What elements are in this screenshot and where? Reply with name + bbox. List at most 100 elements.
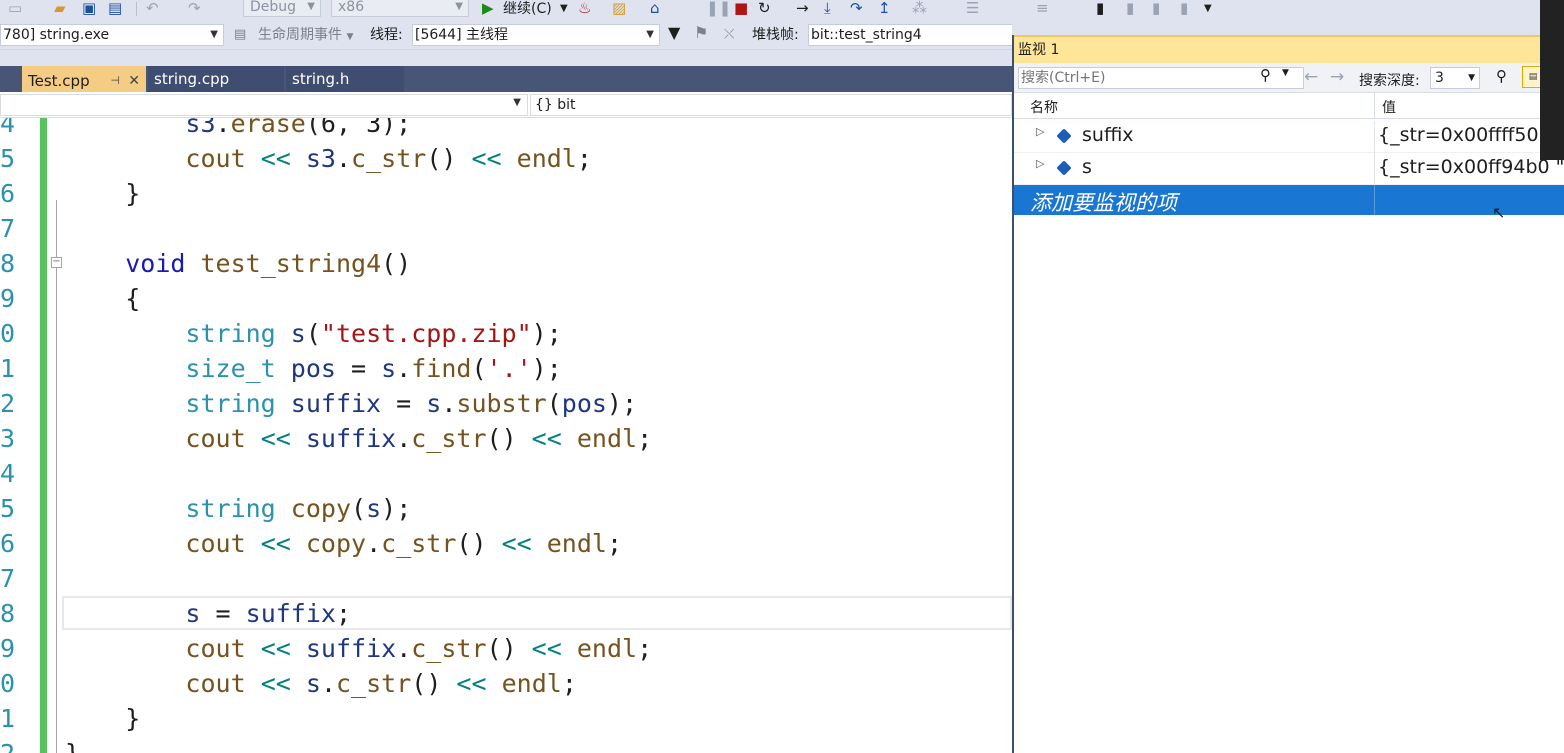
- bookmark-clear-icon[interactable]: ▮: [1180, 0, 1188, 18]
- type-scope-dropdown[interactable]: ▼: [0, 94, 528, 116]
- code-line[interactable]: cout << suffix.c_str() << endl;: [65, 631, 652, 666]
- line-number: 6: [0, 529, 16, 558]
- break-all-icon[interactable]: ❚❚: [706, 0, 731, 18]
- watch-search-bar: ⚲ ▼ ← → 搜索深度: 3 ▼ ⚲ ▤: [1014, 63, 1564, 93]
- code-line[interactable]: }: [65, 701, 140, 736]
- lifecycle-events-button[interactable]: 生命周期事件 ▼: [258, 26, 353, 46]
- line-number: 7: [0, 564, 16, 593]
- add-watch-item-text[interactable]: 添加要监视的项: [1030, 187, 1177, 217]
- redo-icon[interactable]: ↷: [188, 0, 201, 18]
- column-divider[interactable]: [1374, 93, 1375, 119]
- hot-reload-icon[interactable]: ♨: [578, 0, 591, 18]
- line-number: 8: [0, 599, 16, 628]
- add-watch-item-row[interactable]: 添加要监视的项: [1014, 185, 1564, 215]
- stackframe-combo[interactable]: bit::test_string4: [808, 24, 1012, 46]
- code-line[interactable]: string suffix = s.substr(pos);: [65, 386, 637, 421]
- thread-combo[interactable]: [5644] 主线程 ▼: [412, 24, 660, 46]
- member-scope-dropdown[interactable]: {} bit: [530, 94, 1012, 116]
- configuration-combo[interactable]: Debug ▼: [243, 0, 321, 17]
- window-edge: [1540, 0, 1564, 160]
- process-combo[interactable]: 780] string.exe ▼: [0, 24, 224, 46]
- collapse-icon[interactable]: −: [51, 257, 62, 268]
- pin-icon[interactable]: ⊣: [110, 68, 120, 94]
- bookmark-next-icon[interactable]: ▮: [1152, 0, 1160, 18]
- tab-string-h[interactable]: string.h: [286, 66, 404, 92]
- undo-icon[interactable]: ↶: [146, 0, 159, 18]
- code-line[interactable]: s3.erase(6, 3);: [65, 118, 411, 141]
- watch-value[interactable]: {_str=0x00ff94b0 ": [1378, 156, 1564, 178]
- save-all-icon[interactable]: ▤: [108, 0, 122, 18]
- indent-icon[interactable]: ≡: [1036, 0, 1049, 18]
- pin-icon[interactable]: ⚲: [1496, 67, 1507, 85]
- line-number: 3: [0, 424, 16, 453]
- object-icon: [1056, 128, 1072, 144]
- bookmark-icon[interactable]: ▮: [1096, 0, 1104, 18]
- new-item-icon[interactable]: ▭: [8, 0, 22, 18]
- code-line[interactable]: s = suffix;: [65, 596, 351, 631]
- expand-icon[interactable]: ▷: [1036, 157, 1044, 170]
- watch-title[interactable]: 监视 1: [1014, 35, 1544, 63]
- platform-combo[interactable]: x86 ▼: [331, 0, 469, 17]
- restart-icon[interactable]: ↻: [758, 0, 771, 18]
- watch-row[interactable]: ▷ suffix {_str=0x00ffff50: [1014, 121, 1564, 153]
- code-editor[interactable]: 4 5 6 7 8 9 0 1 2 3 4 5 6 7 8 9 0 1 2 − s3.erase(6, 3); co…: [0, 118, 1012, 753]
- watch-name[interactable]: s: [1082, 156, 1092, 178]
- watch-window: 监视 1 ⚲ ▼ ← → 搜索深度: 3 ▼ ⚲ ▤ 名称 值 ▷ suffix…: [1012, 35, 1564, 753]
- code-line[interactable]: {: [65, 281, 140, 316]
- watch-name[interactable]: suffix: [1082, 124, 1134, 146]
- step-over-icon[interactable]: ↷: [850, 0, 863, 18]
- home-icon[interactable]: ⌂: [650, 0, 660, 18]
- flag-icon[interactable]: ⚑: [694, 24, 708, 42]
- mouse-cursor-icon: ↖: [1492, 203, 1506, 222]
- column-value-header[interactable]: 值: [1382, 97, 1396, 117]
- line-number: 5: [0, 494, 16, 523]
- continue-button[interactable]: 继续(C): [503, 0, 552, 18]
- code-line[interactable]: cout << copy.c_str() << endl;: [65, 526, 622, 561]
- watch-row[interactable]: ▷ s {_str=0x00ff94b0 ": [1014, 153, 1564, 185]
- step-out-icon[interactable]: ↥: [878, 0, 891, 18]
- find-icon[interactable]: ▨: [612, 0, 626, 18]
- chevron-down-icon[interactable]: ▼: [560, 0, 568, 18]
- code-line[interactable]: void test_string4(): [65, 246, 411, 281]
- show-external-icon[interactable]: ⤬: [724, 26, 734, 44]
- chevron-down-icon: ▼: [1468, 73, 1475, 83]
- code-line[interactable]: string s("test.cpp.zip");: [65, 316, 561, 351]
- continue-icon[interactable]: ▶: [482, 0, 494, 18]
- search-icon[interactable]: ⚲: [1260, 66, 1271, 84]
- filter-icon[interactable]: ▼: [668, 24, 680, 42]
- code-line[interactable]: }: [65, 176, 140, 211]
- line-number: 6: [0, 179, 16, 208]
- chevron-down-icon: ▼: [210, 29, 218, 40]
- comment-icon[interactable]: ☰: [966, 0, 979, 18]
- tab-test-cpp[interactable]: Test.cpp ⊣ ✕: [22, 66, 146, 92]
- code-line[interactable]: cout << s3.c_str() << endl;: [65, 141, 592, 176]
- save-icon[interactable]: ▣: [82, 0, 96, 18]
- open-folder-icon[interactable]: ▰: [54, 0, 66, 18]
- member-scope-value: {} bit: [535, 97, 576, 113]
- column-name-header[interactable]: 名称: [1030, 97, 1058, 117]
- chevron-down-icon[interactable]: ▼: [1282, 68, 1289, 78]
- close-icon[interactable]: ✕: [128, 68, 140, 94]
- chevron-down-icon[interactable]: ▼: [1204, 0, 1212, 18]
- step-into-icon[interactable]: ⤓: [824, 0, 831, 18]
- code-line[interactable]: cout << suffix.c_str() << endl;: [65, 421, 652, 456]
- expand-icon[interactable]: ▷: [1036, 125, 1044, 138]
- stop-icon[interactable]: ■: [734, 0, 748, 18]
- code-line[interactable]: string copy(s);: [65, 491, 411, 526]
- forward-arrow-icon[interactable]: →: [1330, 67, 1344, 87]
- lifecycle-icon[interactable]: ▤: [234, 26, 246, 44]
- search-depth-value: 3: [1435, 70, 1444, 86]
- watch-value[interactable]: {_str=0x00ffff50: [1378, 124, 1564, 146]
- chevron-down-icon: ▼: [646, 29, 654, 40]
- search-depth-select[interactable]: 3 ▼: [1430, 67, 1480, 89]
- code-line[interactable]: cout << s.c_str() << endl;: [65, 666, 576, 701]
- code-line[interactable]: }: [65, 736, 80, 753]
- back-arrow-icon[interactable]: ←: [1304, 67, 1318, 87]
- line-number: 2: [0, 389, 16, 418]
- tab-string-cpp[interactable]: string.cpp: [148, 66, 284, 92]
- bookmark-prev-icon[interactable]: ▮: [1126, 0, 1134, 18]
- line-number: 9: [0, 634, 16, 663]
- hex-display-icon[interactable]: ⁂: [912, 0, 927, 18]
- code-line[interactable]: size_t pos = s.find('.');: [65, 351, 561, 386]
- show-next-statement-icon[interactable]: →: [796, 0, 809, 18]
